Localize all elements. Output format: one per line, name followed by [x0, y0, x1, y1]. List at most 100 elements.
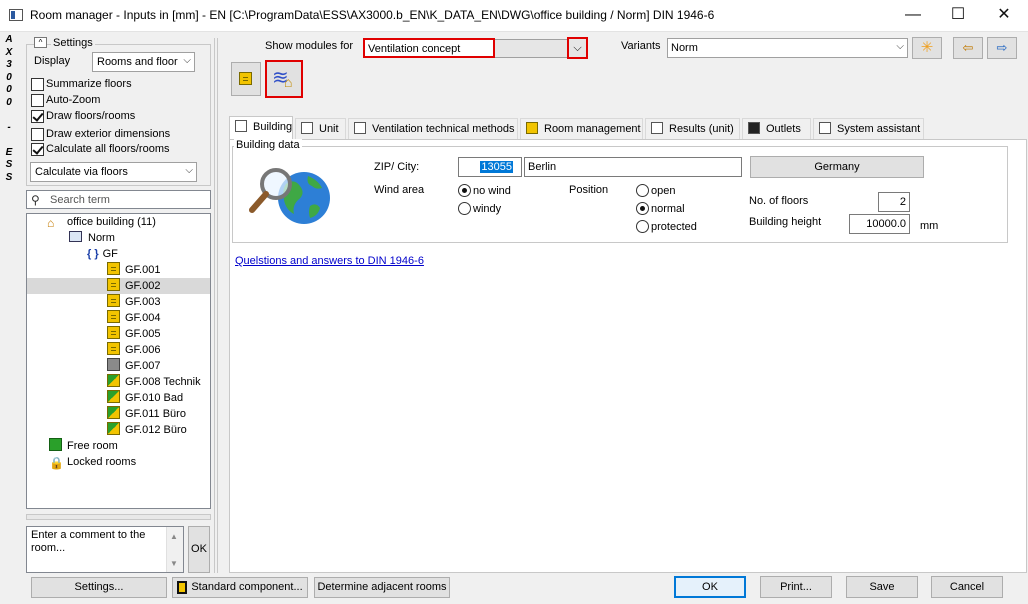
display-select[interactable]: Rooms and floor ⌵ [92, 52, 195, 72]
tree-locked-rooms[interactable]: 🔒 Locked rooms [49, 454, 136, 470]
globe-search-icon [249, 168, 330, 224]
tab-label: Unit [319, 123, 339, 135]
wind-no-wind-radio[interactable] [458, 184, 471, 197]
room-icon [107, 358, 120, 371]
zip-input[interactable]: 13055 [458, 157, 522, 177]
modules-value: Ventilation concept [368, 43, 461, 55]
floors-input[interactable]: 2 [878, 192, 910, 212]
comment-ok-button[interactable]: OK [188, 526, 210, 573]
height-input[interactable]: 10000.0 [849, 214, 910, 234]
comment-textarea[interactable]: Enter a comment to the room... ▲ ▼ [26, 526, 184, 573]
import-icon[interactable]: ⇦ [953, 37, 983, 59]
room-tree[interactable]: ⌂ office building (11) Norm { } GF GF.001 G… [26, 213, 211, 509]
tree-room-label: GF.012 Büro [125, 424, 187, 436]
system-assistant-icon [819, 122, 831, 134]
norm-icon [69, 231, 82, 242]
brand-strip: AX3000-ESS [5, 34, 13, 183]
house-icon: ⌂ [284, 74, 293, 90]
tab-results-unit[interactable]: Results (unit) [645, 118, 740, 139]
position-normal-radio[interactable] [636, 202, 649, 215]
wind-windy-label: windy [473, 203, 502, 215]
tree-room-label: GF.010 Bad [125, 392, 184, 404]
room-icon [239, 72, 252, 85]
ventilation-module-button[interactable]: ≋ ⌂ [265, 60, 303, 98]
settings-header: Settings [51, 37, 95, 49]
close-button[interactable]: ✕ [981, 0, 1027, 32]
standard-component-label: Standard component... [191, 581, 303, 593]
tree-room-label: GF.001 [125, 264, 161, 276]
checkbox-label: Draw exterior dimensions [46, 128, 171, 140]
maximize-button[interactable]: ☐ [935, 0, 981, 32]
minimize-button[interactable]: — [890, 0, 936, 32]
app-icon [9, 9, 23, 21]
country-button[interactable]: Germany [750, 156, 924, 178]
tab-system-assistant[interactable]: System assistant [813, 118, 924, 139]
splitter[interactable] [26, 514, 211, 520]
building-icon [235, 120, 247, 132]
tree-room-label: GF.004 [125, 312, 161, 324]
search-input[interactable]: ⚲ Search term [26, 190, 211, 209]
window-title: Room manager - Inputs in [mm] - EN [C:\P… [30, 8, 715, 22]
tab-ventilation-technical-methods[interactable]: Ventilation technical methods [348, 118, 518, 139]
variants-select[interactable]: Norm ⌵ [667, 38, 908, 58]
checkbox-2[interactable] [31, 110, 44, 123]
city-input[interactable]: Berlin [524, 157, 742, 177]
checkbox-1[interactable] [31, 94, 44, 107]
scroll-up-icon[interactable]: ▲ [170, 530, 178, 543]
checkbox-3[interactable] [31, 128, 44, 141]
save-button[interactable]: Save [846, 576, 918, 598]
sun-icon[interactable]: ✳ [912, 37, 942, 59]
modules-select[interactable]: Ventilation concept [363, 38, 495, 58]
calc-select[interactable]: Calculate via floors ⌵ [30, 162, 197, 182]
settings-button[interactable]: Settings... [31, 577, 167, 598]
tree-root[interactable]: ⌂ office building (11) [47, 214, 156, 230]
variants-value: Norm [671, 42, 698, 54]
tab-building[interactable]: Building [229, 116, 293, 140]
tab-label: System assistant [837, 123, 921, 135]
print-button[interactable]: Print... [760, 576, 832, 598]
modules-dropdown-button[interactable]: ⌵ [567, 37, 588, 59]
building-data-header: Building data [234, 139, 302, 151]
zip-label: ZIP/ City: [374, 161, 420, 173]
tab-label: Room management [544, 123, 641, 135]
wind-windy-radio[interactable] [458, 202, 471, 215]
comment-scrollbar[interactable]: ▲ ▼ [166, 527, 183, 572]
display-label: Display [34, 55, 71, 67]
tab-label: Outlets [766, 123, 801, 135]
checkbox-0[interactable] [31, 78, 44, 91]
tree-floor-label: GF [102, 248, 118, 260]
height-label: Building height [749, 216, 822, 228]
tree-free-room[interactable]: Free room [49, 438, 118, 454]
panel-divider[interactable] [214, 38, 218, 573]
building-icon: ⌂ [47, 216, 55, 230]
tab-room-management[interactable]: Room management [520, 118, 643, 139]
ok-button[interactable]: OK [674, 576, 746, 598]
room-icon [107, 294, 120, 307]
tree-room-item[interactable]: GF.002 [27, 278, 210, 294]
tree-norm[interactable]: Norm [69, 230, 115, 246]
scroll-down-icon[interactable]: ▼ [170, 557, 178, 570]
export-icon[interactable]: ⇨ [987, 37, 1017, 59]
cancel-button[interactable]: Cancel [931, 576, 1003, 598]
tree-room-label: GF.006 [125, 344, 161, 356]
wind-area-label: Wind area [374, 184, 425, 196]
city-value: Berlin [528, 161, 557, 173]
faq-link[interactable]: Quelstions and answers to DIN 1946-6 [235, 255, 424, 267]
room-module-button[interactable] [231, 62, 261, 96]
position-protected-label: protected [651, 221, 697, 233]
position-label: Position [569, 184, 609, 196]
position-protected-radio[interactable] [636, 220, 649, 233]
room-icon [107, 310, 120, 323]
position-open-radio[interactable] [636, 184, 649, 197]
tree-room-label: GF.007 [125, 360, 161, 372]
room-icon [107, 374, 120, 387]
checkbox-4[interactable] [31, 143, 44, 156]
adjacent-rooms-button[interactable]: Determine adjacent rooms [314, 577, 450, 598]
collapse-icon[interactable]: ^ [34, 37, 47, 48]
standard-component-button[interactable]: Standard component... [172, 577, 308, 598]
position-normal-label: normal [651, 203, 685, 215]
tree-floor[interactable]: { } GF [87, 246, 118, 262]
tab-outlets[interactable]: Outlets [742, 118, 811, 139]
tab-unit[interactable]: Unit [295, 118, 346, 139]
tab-label: Results (unit) [669, 123, 734, 135]
